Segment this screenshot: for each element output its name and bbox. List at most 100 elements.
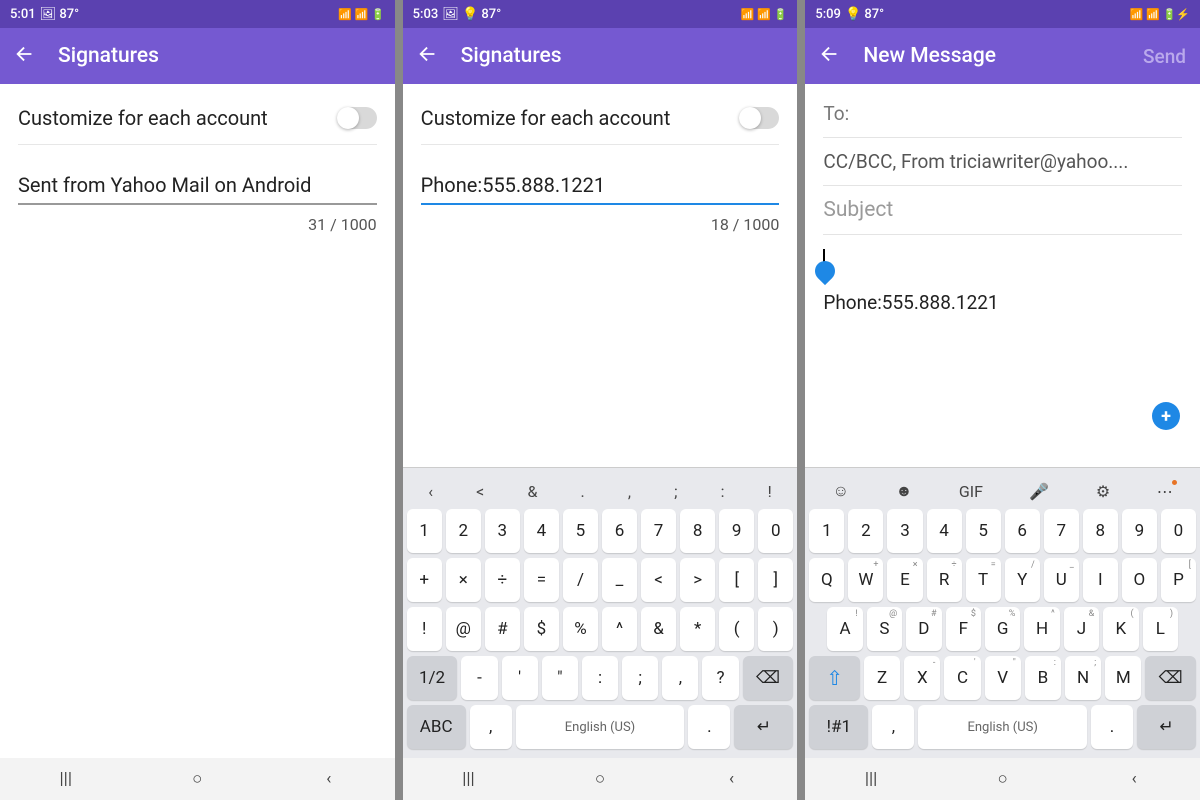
subject-field[interactable]: Subject [823, 186, 1182, 235]
nav-home[interactable]: ○ [177, 769, 217, 789]
key-÷[interactable]: ÷ [485, 558, 520, 602]
customize-row[interactable]: Customize for each account [421, 98, 780, 145]
key-?[interactable]: ? [702, 656, 738, 700]
add-attachment-button[interactable]: + [1152, 402, 1180, 430]
gear-icon[interactable]: ⚙ [1096, 482, 1110, 501]
key-enter[interactable]: ↵ [1137, 705, 1196, 749]
key--[interactable]: - [461, 656, 497, 700]
key-X[interactable]: X- [904, 656, 940, 700]
nav-recent[interactable]: ||| [448, 769, 488, 789]
key-F[interactable]: F$ [946, 607, 981, 651]
key-6[interactable]: 6 [1005, 509, 1040, 553]
key-%[interactable]: % [563, 607, 598, 651]
key-[[interactable]: [ [719, 558, 754, 602]
kb-tool-![interactable]: ! [768, 482, 772, 501]
kb-tool-&[interactable]: & [527, 482, 537, 501]
key-+[interactable]: + [407, 558, 442, 602]
nav-home[interactable]: ○ [983, 769, 1023, 789]
body-field[interactable]: Phone:555.888.1221 [823, 235, 1182, 328]
key-comma[interactable]: , [872, 705, 914, 749]
key-symbols[interactable]: !#1 [809, 705, 868, 749]
key-@[interactable]: @ [446, 607, 481, 651]
key-backspace[interactable]: ⌫ [1145, 656, 1196, 700]
key-8[interactable]: 8 [680, 509, 715, 553]
key-7[interactable]: 7 [1044, 509, 1079, 553]
kb-tool-,[interactable]: , [628, 482, 631, 501]
key-=[interactable]: = [524, 558, 559, 602]
key-A[interactable]: A! [827, 607, 862, 651]
key-comma[interactable]: , [470, 705, 512, 749]
key-$[interactable]: $ [524, 607, 559, 651]
key-3[interactable]: 3 [887, 509, 922, 553]
send-button[interactable]: Send [1143, 45, 1186, 68]
key-B[interactable]: B: [1025, 656, 1061, 700]
key-4[interactable]: 4 [927, 509, 962, 553]
key-M[interactable]: M [1105, 656, 1141, 700]
more-icon[interactable]: ⋯ [1157, 482, 1173, 501]
sticker-icon[interactable]: ☻ [895, 481, 912, 501]
key-V[interactable]: V" [985, 656, 1021, 700]
back-icon[interactable] [14, 43, 36, 69]
key-*[interactable]: * [680, 607, 715, 651]
key-8[interactable]: 8 [1083, 509, 1118, 553]
key-([interactable]: ( [719, 607, 754, 651]
key-6[interactable]: 6 [602, 509, 637, 553]
key-'[interactable]: ' [502, 656, 538, 700]
cursor-handle[interactable] [811, 257, 839, 285]
nav-back[interactable]: ‹ [712, 769, 752, 789]
key-enter[interactable]: ↵ [734, 705, 793, 749]
nav-back[interactable]: ‹ [309, 769, 349, 789]
key-^[interactable]: ^ [602, 607, 637, 651]
key-E[interactable]: E× [887, 558, 922, 602]
key-shift[interactable]: ⇧ [809, 656, 860, 700]
key-L[interactable]: L) [1143, 607, 1178, 651]
key-![interactable]: ! [407, 607, 442, 651]
key-period[interactable]: . [688, 705, 730, 749]
key-G[interactable]: G% [985, 607, 1020, 651]
kb-tool-:[interactable]: : [721, 482, 725, 501]
key-][interactable]: ] [758, 558, 793, 602]
key-0[interactable]: 0 [1161, 509, 1196, 553]
nav-home[interactable]: ○ [580, 769, 620, 789]
key-Z[interactable]: Z [864, 656, 900, 700]
key-K[interactable]: K( [1103, 607, 1138, 651]
key-9[interactable]: 9 [1122, 509, 1157, 553]
key-I[interactable]: I [1083, 558, 1118, 602]
key-P[interactable]: P[ [1161, 558, 1196, 602]
key-×[interactable]: × [446, 558, 481, 602]
key-U[interactable]: U_ [1044, 558, 1079, 602]
key-backspace[interactable]: ⌫ [743, 656, 794, 700]
key-,[interactable]: , [662, 656, 698, 700]
key-)[interactable]: ) [758, 607, 793, 651]
back-icon[interactable] [819, 43, 841, 69]
key-R[interactable]: R÷ [927, 558, 962, 602]
customize-row[interactable]: Customize for each account [18, 98, 377, 145]
key-2[interactable]: 2 [848, 509, 883, 553]
customize-toggle[interactable] [739, 107, 779, 129]
key-5[interactable]: 5 [563, 509, 598, 553]
key-:[interactable]: : [582, 656, 618, 700]
ccbcc-field[interactable]: CC/BCC, From triciawriter@yahoo.... [823, 138, 1182, 186]
key-5[interactable]: 5 [966, 509, 1001, 553]
kb-tool-.[interactable]: . [581, 482, 585, 501]
emoji-icon[interactable]: ☺ [833, 481, 849, 501]
gif-icon[interactable]: GIF [959, 482, 983, 501]
key-Q[interactable]: Q [809, 558, 844, 602]
key-0[interactable]: 0 [758, 509, 793, 553]
key-Y[interactable]: Y/ [1005, 558, 1040, 602]
key-mode-toggle[interactable]: 1/2 [407, 656, 458, 700]
key-space[interactable]: English (US) [918, 705, 1086, 749]
key-S[interactable]: S@ [867, 607, 902, 651]
signature-input[interactable] [18, 169, 377, 205]
key-1[interactable]: 1 [407, 509, 442, 553]
key-1[interactable]: 1 [809, 509, 844, 553]
kb-tool-‹[interactable]: ‹ [428, 482, 433, 501]
key-O[interactable]: O [1122, 558, 1157, 602]
key-D[interactable]: D# [906, 607, 941, 651]
nav-recent[interactable]: ||| [851, 769, 891, 789]
to-field[interactable]: To: [823, 90, 1182, 138]
key-J[interactable]: J& [1064, 607, 1099, 651]
key-space[interactable]: English (US) [516, 705, 684, 749]
mic-icon[interactable]: 🎤 [1029, 482, 1049, 501]
key-W[interactable]: W+ [848, 558, 883, 602]
